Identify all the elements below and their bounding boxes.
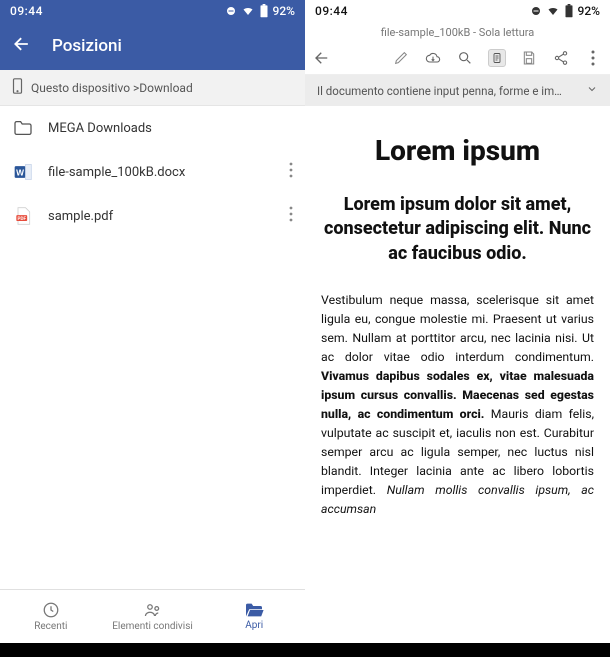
battery-percent: 92%: [273, 4, 295, 18]
nav-label: Elementi condivisi: [112, 621, 193, 632]
more-icon[interactable]: [289, 206, 293, 226]
dnd-icon: [530, 5, 542, 17]
svg-text:W: W: [16, 167, 24, 177]
file-list: MEGA Downloads W file-sample_100kB.docx …: [0, 106, 305, 589]
statusbar-time: 09:44: [10, 4, 43, 18]
battery-icon: [564, 4, 574, 18]
list-item-label: sample.pdf: [48, 209, 275, 224]
nav-recents[interactable]: Recenti: [0, 590, 102, 643]
appbar-title: Posizioni: [52, 36, 122, 56]
battery-percent: 92%: [578, 4, 600, 18]
list-item-docx[interactable]: W file-sample_100kB.docx: [0, 150, 305, 194]
document-title: file-sample_100kB - Sola lettura: [305, 22, 610, 41]
svg-text:PDF: PDF: [18, 216, 27, 222]
system-navbar: [305, 643, 610, 657]
statusbar-left: 09:44 92%: [0, 0, 305, 22]
word-file-icon: W: [12, 162, 34, 182]
doc-toolbar: [305, 41, 610, 75]
search-icon[interactable]: [456, 49, 474, 67]
dnd-icon: [225, 5, 237, 17]
mobile-view-icon[interactable]: [488, 49, 506, 67]
back-icon[interactable]: [313, 49, 331, 67]
back-icon[interactable]: [12, 34, 32, 58]
bottom-nav: Recenti Elementi condivisi Apri: [0, 589, 305, 643]
nav-open[interactable]: Apri: [203, 590, 305, 643]
statusbar-right: 09:44 92%: [305, 0, 610, 22]
appbar: Posizioni: [0, 22, 305, 70]
more-icon[interactable]: [289, 162, 293, 182]
breadcrumb-text: Questo dispositivo >Download: [31, 81, 193, 95]
edit-icon[interactable]: [392, 49, 410, 67]
battery-icon: [259, 4, 269, 18]
overflow-icon[interactable]: [584, 49, 602, 67]
share-icon[interactable]: [552, 49, 570, 67]
list-item-label: MEGA Downloads: [48, 121, 293, 136]
wifi-icon: [546, 5, 560, 17]
list-item-pdf[interactable]: PDF sample.pdf: [0, 194, 305, 238]
chevron-down-icon: [586, 83, 598, 98]
nav-shared[interactable]: Elementi condivisi: [102, 590, 204, 643]
cloud-icon[interactable]: [424, 49, 442, 67]
list-item-label: file-sample_100kB.docx: [48, 165, 275, 180]
pdf-file-icon: PDF: [12, 206, 34, 226]
system-navbar: [0, 643, 305, 657]
save-icon[interactable]: [520, 49, 538, 67]
doc-paragraph: Vestibulum neque massa, scelerisque sit …: [321, 292, 594, 521]
doc-heading-1: Lorem ipsum: [321, 134, 594, 167]
folder-icon: [12, 120, 34, 136]
nav-label: Recenti: [34, 621, 67, 632]
nav-label: Apri: [245, 620, 263, 631]
breadcrumb[interactable]: Questo dispositivo >Download: [0, 70, 305, 106]
notice-text: Il documento contiene input penna, forme…: [317, 84, 562, 98]
statusbar-time: 09:44: [315, 4, 348, 18]
document-body[interactable]: Lorem ipsum Lorem ipsum dolor sit amet, …: [305, 106, 610, 643]
doc-heading-2: Lorem ipsum dolor sit amet, consectetur …: [321, 193, 594, 266]
wifi-icon: [241, 5, 255, 17]
notice-bar[interactable]: Il documento contiene input penna, forme…: [305, 75, 610, 106]
device-icon: [12, 78, 23, 97]
list-item-folder[interactable]: MEGA Downloads: [0, 106, 305, 150]
